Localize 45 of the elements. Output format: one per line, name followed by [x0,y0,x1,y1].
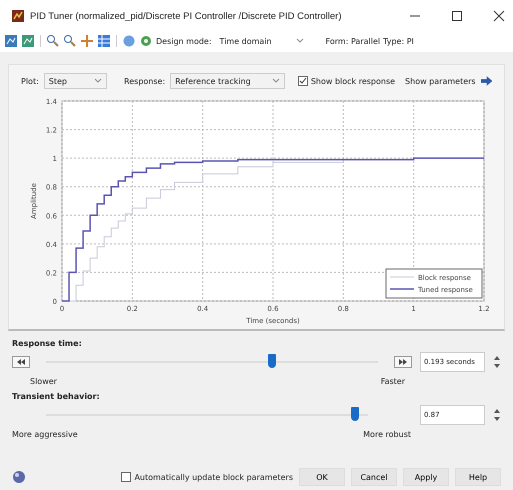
close-icon[interactable] [493,10,505,22]
import-icon[interactable] [4,34,18,48]
response-label: Response: [124,76,166,86]
zoom-out-icon[interactable] [63,34,77,48]
checkbox-label[interactable]: Show block response [310,76,396,86]
zoom-in-icon[interactable] [46,34,60,48]
export-icon[interactable] [21,34,35,48]
rewind-icon[interactable] [16,359,26,365]
app-icon [12,10,24,22]
response-time-heading: Response time: [12,339,83,348]
checkbox[interactable] [121,472,132,482]
maximize-icon[interactable] [451,10,463,22]
slower-button[interactable] [12,356,30,368]
form-label: Form: Parallel [326,36,380,46]
checkbox[interactable] [298,76,308,86]
checkbox-label[interactable]: Automatically update block parameters [134,472,293,482]
spin-arrows-icon[interactable] [493,407,501,423]
caret-icon[interactable] [94,78,102,84]
slider-min-label: More aggressive [12,430,78,439]
plot-label: Plot: [21,76,39,86]
response-dropdown[interactable]: Reference tracking [170,73,285,89]
grid-icon[interactable] [97,34,111,48]
pan-icon[interactable] [80,34,94,48]
fast-forward-icon[interactable] [398,359,408,365]
caret-icon[interactable] [272,78,280,84]
dialog-button[interactable]: OK [299,468,345,486]
slider-thumb[interactable] [268,354,276,368]
faster-button[interactable] [394,356,412,368]
slider-max-label: More robust [363,430,411,439]
plot-dropdown[interactable]: Step [44,73,108,89]
spin-arrows-icon[interactable] [493,354,501,370]
type-label: Type: PI [383,36,414,46]
dialog-button[interactable]: Help [455,468,501,486]
slider-max-label: Faster [380,377,405,386]
dialog-button[interactable]: Apply [403,468,449,486]
dialog-button[interactable]: Cancel [351,468,397,486]
caret-icon[interactable] [296,38,304,44]
window-title: PID Tuner (normalized_pid/Discrete PI Controller /Discrete PID Controller) [30,10,342,22]
show-parameters-link[interactable]: Show parameters [405,76,476,86]
design-mode-label: Design mode: [156,36,212,46]
arrow-icon[interactable] [480,76,492,86]
slider-min-label: Slower [30,377,57,386]
transient-behavior-heading: Transient behavior: [12,392,101,401]
help-globe-icon[interactable] [12,470,26,484]
slider-thumb[interactable] [351,407,360,421]
